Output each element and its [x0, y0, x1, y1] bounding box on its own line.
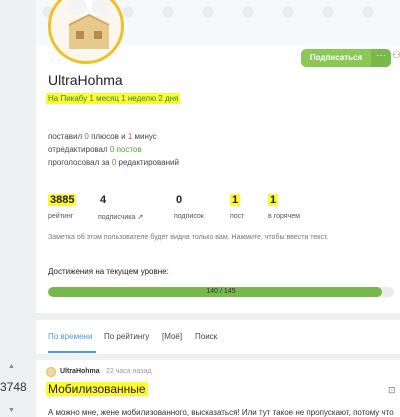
- downvote-icon[interactable]: ▼: [8, 407, 15, 414]
- post-title[interactable]: Мобилизованные: [46, 382, 148, 396]
- post-author[interactable]: UltraHohma: [60, 368, 100, 375]
- profile-tabs: По времени По рейтингу [Моё] Поиск: [36, 320, 400, 354]
- activity-edits-line: отредактировал 0 постов: [48, 145, 142, 154]
- rating-rail: ▲ 3748 ▼: [0, 356, 30, 417]
- post-card: UltraHohma 22 часа назад Мобилизованные …: [36, 360, 400, 417]
- tab-by-rating[interactable]: По рейтингу: [104, 332, 149, 341]
- counter-rating: 3885 рейтинг: [48, 194, 77, 220]
- external-link-icon: ↗: [137, 214, 144, 221]
- activity-votes-edits-line: проголосовал за 0 редактирований: [48, 158, 179, 167]
- tab-search[interactable]: Поиск: [195, 332, 217, 341]
- post-text: А можно мне, жене мобилизованного, выска…: [48, 408, 394, 417]
- user-icon[interactable]: ⚇: [392, 50, 400, 61]
- level-progress-text: 140 / 145: [206, 288, 236, 295]
- profile-username: UltraHohma: [48, 72, 123, 88]
- counter-subscribers[interactable]: 4 подписчика ↗: [98, 190, 143, 221]
- user-note[interactable]: Заметка об этом пользователе будет видна…: [48, 234, 328, 241]
- pikabu-age-text: На Пикабу 1 месяц 1 неделю 2 дня: [46, 93, 181, 104]
- author-avatar[interactable]: [46, 367, 56, 377]
- more-options-button[interactable]: ···: [371, 49, 391, 67]
- upvote-icon[interactable]: ▲: [8, 363, 15, 370]
- tab-mine[interactable]: [Моё]: [162, 332, 182, 341]
- edited-posts-link[interactable]: 0 постов: [110, 145, 142, 154]
- level-progress-bar: 140 / 145: [48, 287, 394, 297]
- counter-hot[interactable]: 1 в горячем: [268, 190, 300, 220]
- level-card: Достижения на текущем уровне: 140 / 145: [36, 258, 400, 311]
- profile-counters: 3885 рейтинг 4 подписчика ↗ 0 подписок 1…: [48, 190, 368, 221]
- rail-rating-count: 3748: [0, 380, 27, 394]
- activity-votes-line: поставил 0 плюсов и 1 минус: [48, 132, 157, 141]
- ellipsis-icon: ···: [376, 50, 386, 61]
- active-tab-indicator: [48, 351, 96, 353]
- post-time: 22 часа назад: [106, 368, 152, 375]
- subscribe-button[interactable]: Подписаться: [301, 49, 371, 67]
- counter-subscriptions[interactable]: 0 подписок: [174, 190, 204, 220]
- activity-stats: поставил 0 плюсов и 1 минус отредактиров…: [48, 130, 179, 169]
- level-title: Достижения на текущем уровне:: [48, 267, 169, 276]
- counter-posts[interactable]: 1 пост: [230, 190, 244, 220]
- bookmark-icon[interactable]: ⊡: [388, 385, 396, 396]
- tab-by-time[interactable]: По времени: [48, 332, 92, 341]
